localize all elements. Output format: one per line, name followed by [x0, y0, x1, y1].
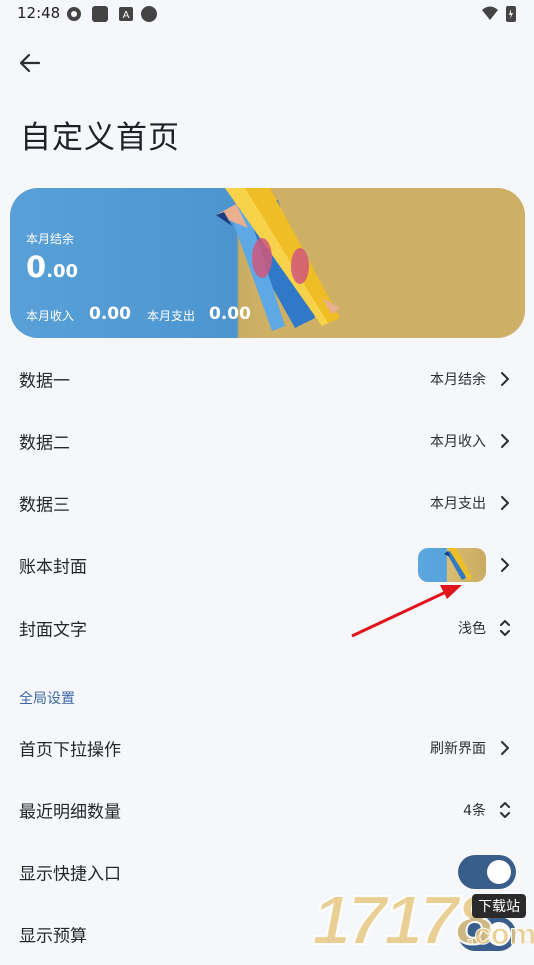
quick-entry-label: 显示快捷入口	[19, 864, 121, 885]
cover-label: 账本封面	[19, 557, 87, 578]
chevron-right-icon	[501, 434, 509, 448]
data1-label: 数据一	[19, 371, 70, 392]
app-notification-icon	[92, 6, 108, 22]
toggle-knob	[487, 860, 511, 884]
updown-chevron-icon	[500, 802, 510, 818]
setting-row-cover[interactable]: 账本封面	[0, 534, 534, 596]
recent-count-value: 4条	[463, 803, 486, 819]
expense-value: 0.00	[209, 304, 251, 324]
data2-label: 数据二	[19, 433, 70, 454]
chevron-right-icon	[501, 558, 509, 572]
setting-row-data1[interactable]: 数据一 本月结余	[0, 348, 534, 410]
balance-label: 本月结余	[26, 232, 75, 246]
cover-text-value: 浅色	[458, 621, 486, 637]
toggle-knob	[487, 922, 511, 946]
section-header-global: 全局设置	[19, 691, 75, 707]
cover-thumbnail-image	[444, 548, 472, 580]
wifi-battery-icon	[482, 6, 516, 22]
setting-row-data2[interactable]: 数据二 本月收入	[0, 410, 534, 472]
updown-chevron-icon	[500, 620, 510, 636]
chevron-right-icon	[501, 496, 509, 510]
cover-text-label: 封面文字	[19, 620, 87, 641]
recent-count-label: 最近明细数量	[19, 802, 121, 823]
circle-status-icon	[141, 6, 157, 22]
income-label: 本月收入	[26, 309, 75, 323]
svg-text:A: A	[123, 10, 130, 21]
budget-label: 显示预算	[19, 926, 87, 947]
balance-value: 0.00	[26, 250, 78, 284]
keyboard-a-icon: A	[119, 7, 133, 21]
data3-label: 数据三	[19, 495, 70, 516]
cover-preview-card: 本月结余 0.00 本月收入 0.00 本月支出 0.00	[10, 188, 525, 338]
chevron-right-icon	[501, 372, 509, 386]
pull-action-label: 首页下拉操作	[19, 740, 121, 761]
data2-value: 本月收入	[430, 434, 486, 450]
quick-entry-toggle[interactable]	[458, 855, 516, 889]
sync-icon	[67, 7, 81, 21]
setting-row-cover-text[interactable]: 封面文字 浅色	[0, 597, 534, 659]
arrow-left-icon	[19, 53, 41, 73]
cover-thumbnail	[418, 548, 486, 582]
page-title: 自定义首页	[20, 120, 180, 156]
status-time: 12:48	[17, 4, 61, 22]
pull-action-value: 刷新界面	[430, 741, 486, 757]
setting-row-pull-action[interactable]: 首页下拉操作 刷新界面	[0, 717, 534, 779]
budget-toggle[interactable]	[458, 917, 516, 951]
setting-row-recent-count[interactable]: 最近明细数量 4条	[0, 779, 534, 841]
setting-row-quick-entry[interactable]: 显示快捷入口	[0, 841, 534, 903]
chevron-right-icon	[501, 741, 509, 755]
expense-label: 本月支出	[147, 309, 196, 323]
back-button[interactable]	[12, 46, 48, 80]
balance-integer: 0	[26, 250, 47, 284]
setting-row-budget[interactable]: 显示预算	[0, 903, 534, 965]
income-value: 0.00	[89, 304, 131, 324]
balance-decimal: .00	[46, 261, 79, 282]
setting-row-data3[interactable]: 数据三 本月支出	[0, 472, 534, 534]
data1-value: 本月结余	[430, 372, 486, 388]
pencil-cover-image	[216, 188, 525, 338]
status-bar: 12:48 A	[0, 0, 534, 28]
data3-value: 本月支出	[430, 496, 486, 512]
